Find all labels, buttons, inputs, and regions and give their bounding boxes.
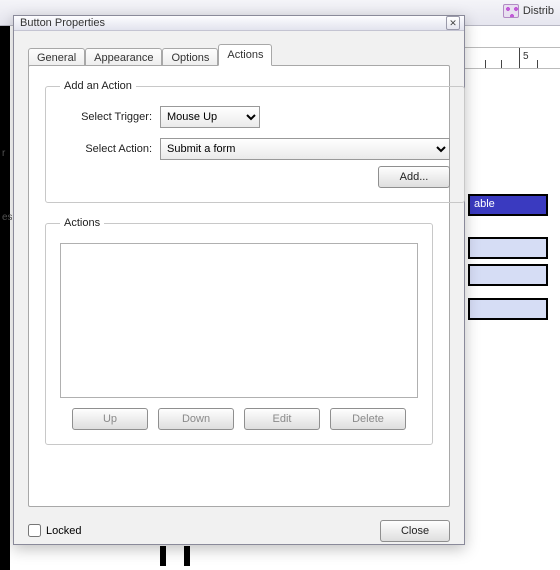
background-field-text: able [474,198,495,210]
background-page-edge [0,26,10,570]
tab-actions[interactable]: Actions [218,44,272,66]
action-label: Select Action: [60,143,152,155]
background-form-field [468,298,548,320]
actions-button-row: Up Down Edit Delete [60,408,418,430]
add-button[interactable]: Add... [378,166,450,188]
background-peek-text: es [2,212,12,223]
actions-list-legend: Actions [60,217,104,229]
background-page-bottom [160,546,190,566]
trigger-row: Select Trigger: Mouse Up [60,106,450,128]
up-button[interactable]: Up [72,408,148,430]
ruler-tick-number: 5 [523,51,529,62]
distribute-label: Distrib [523,5,554,17]
background-form-field [468,264,548,286]
action-row: Select Action: Submit a form [60,138,450,160]
actions-list-group: Actions Up Down Edit Delete [45,217,433,445]
locked-area: Locked [28,524,81,537]
close-button[interactable]: Close [380,520,450,542]
dialog-close-button[interactable]: ✕ [446,16,460,30]
background-form-field [468,237,548,259]
select-action-dropdown[interactable]: Submit a form [160,138,450,160]
dialog-body: General Appearance Options Actions Add a… [14,31,464,517]
add-action-group: Add an Action Select Trigger: Mouse Up S… [45,80,465,203]
distribute-tool: Distrib [503,4,554,18]
locked-label: Locked [46,525,81,537]
locked-checkbox[interactable] [28,524,41,537]
dialog-title: Button Properties [20,17,105,29]
distribute-icon [503,4,519,18]
tab-strip: General Appearance Options Actions [28,43,450,66]
dialog-footer: Locked Close [14,517,464,544]
delete-button[interactable]: Delete [330,408,406,430]
background-peek-text: r [2,148,12,159]
tab-panel-actions: Add an Action Select Trigger: Mouse Up S… [28,65,450,507]
select-trigger-dropdown[interactable]: Mouse Up [160,106,260,128]
add-button-row: Add... [60,166,450,188]
down-button[interactable]: Down [158,408,234,430]
actions-listbox[interactable] [60,243,418,398]
background-ruler: 5 [465,47,560,69]
background-form-field-selected: able [468,194,548,216]
trigger-label: Select Trigger: [60,111,152,123]
button-properties-dialog: Button Properties ✕ General Appearance O… [13,15,465,545]
edit-button[interactable]: Edit [244,408,320,430]
add-action-legend: Add an Action [60,80,136,92]
dialog-titlebar: Button Properties ✕ [14,16,464,31]
close-icon: ✕ [449,19,457,28]
